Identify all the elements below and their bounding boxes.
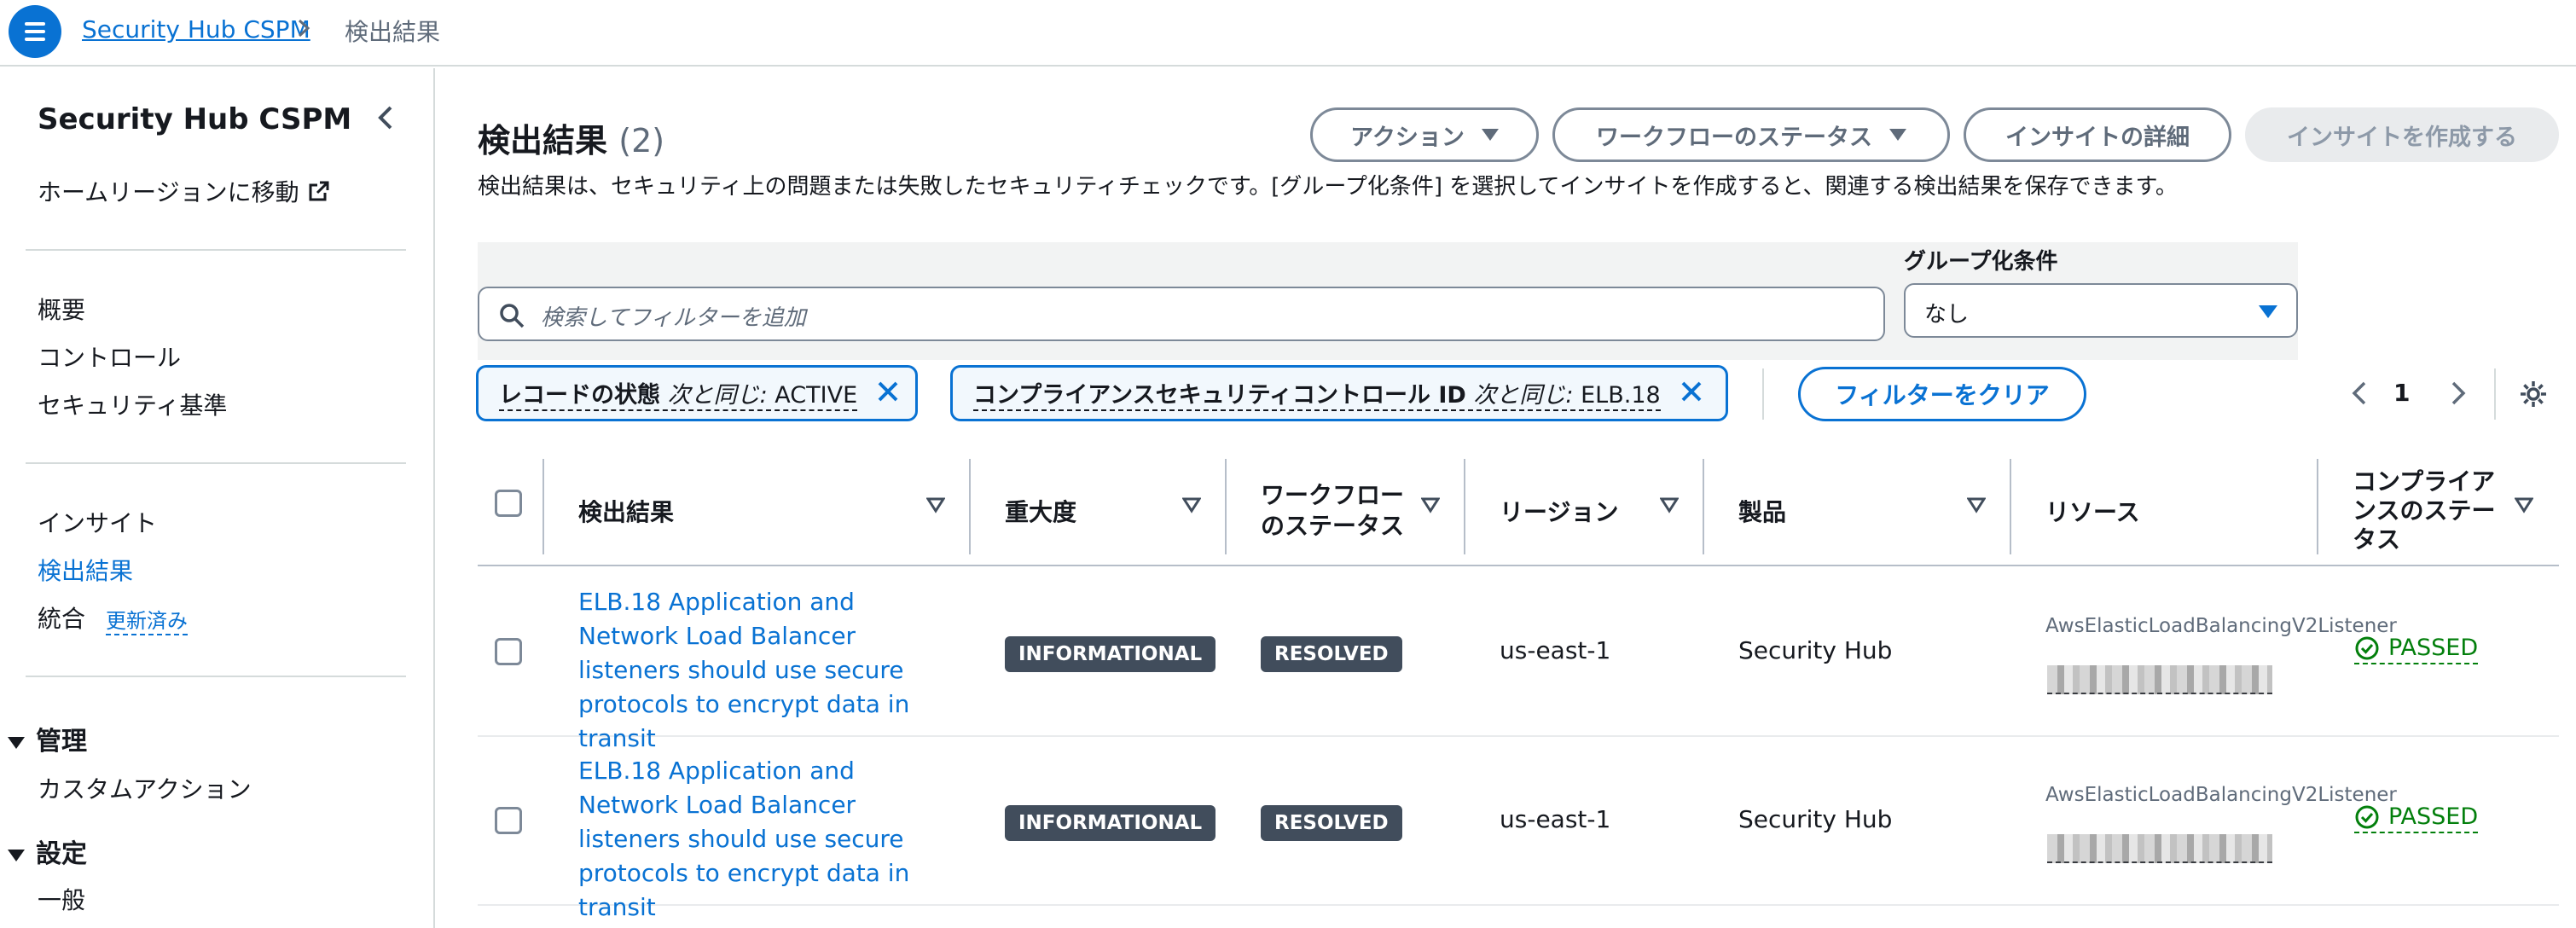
sidebar-item-standards[interactable]: セキュリティ基準 xyxy=(38,387,227,421)
sidebar-section-admin[interactable]: 管理 xyxy=(7,720,87,757)
sidebar: Security Hub CSPM ホームリージョンに移動 概要 コントロール … xyxy=(0,68,435,928)
sidebar-item-custom-actions[interactable]: カスタムアクション xyxy=(38,771,252,805)
group-by-select[interactable]: なし xyxy=(1904,283,2298,338)
caret-down-icon xyxy=(1481,129,1499,141)
row-checkbox[interactable] xyxy=(495,638,522,665)
caret-down-icon xyxy=(1889,129,1906,141)
severity-badge: INFORMATIONAL xyxy=(1005,805,1216,841)
sort-icon[interactable] xyxy=(1966,496,1987,517)
group-by-label: グループ化条件 xyxy=(1904,249,2058,275)
menu-icon[interactable] xyxy=(9,5,61,58)
product-cell: Security Hub xyxy=(1738,805,1893,833)
breadcrumb-service-link[interactable]: Security Hub CSPM xyxy=(82,15,310,44)
workflow-status-badge: RESOLVED xyxy=(1261,636,1402,672)
sort-icon[interactable] xyxy=(1659,496,1680,517)
resource-type: AwsElasticLoadBalancingV2Listener xyxy=(2045,784,2397,806)
sidebar-divider xyxy=(26,249,406,251)
page-number[interactable]: 1 xyxy=(2393,379,2410,407)
sidebar-item-home-region[interactable]: ホームリージョンに移動 xyxy=(38,174,330,208)
column-header-resource[interactable]: リソース xyxy=(2045,455,2140,566)
severity-badge: INFORMATIONAL xyxy=(1005,636,1216,672)
table-header: 検出結果 重大度 ワークフロー のステータス リージョン 製品 リソース コンプ… xyxy=(478,455,2559,566)
finding-link[interactable]: ELB.18 Application and Network Load Bala… xyxy=(578,754,945,925)
insight-details-button[interactable]: インサイトの詳細 xyxy=(1964,107,2231,162)
divider xyxy=(2494,368,2496,420)
clear-filters-button[interactable]: フィルターをクリア xyxy=(1798,367,2086,421)
caret-down-icon xyxy=(2259,305,2277,318)
filter-token-record-state[interactable]: レコードの状態 次と同じ: ACTIVE xyxy=(476,365,918,421)
search-placeholder: 検索してフィルターを追加 xyxy=(541,305,806,331)
column-header-product[interactable]: 製品 xyxy=(1738,455,1786,566)
search-input[interactable]: 検索してフィルターを追加 xyxy=(478,287,1885,341)
breadcrumb-current: 検出結果 xyxy=(345,18,441,46)
create-insight-button[interactable]: インサイトを作成する xyxy=(2245,107,2559,162)
finding-link[interactable]: ELB.18 Application and Network Load Bala… xyxy=(578,585,945,756)
resource-type: AwsElasticLoadBalancingV2Listener xyxy=(2045,615,2397,637)
sidebar-item-insights[interactable]: インサイト xyxy=(38,505,157,539)
search-icon xyxy=(498,302,525,333)
compliance-status[interactable]: PASSED xyxy=(2354,803,2479,833)
workflow-status-badge: RESOLVED xyxy=(1261,805,1402,841)
sort-icon[interactable] xyxy=(925,496,946,517)
sidebar-title: Security Hub CSPM xyxy=(38,102,352,136)
page-title: 検出結果 (2) xyxy=(478,122,665,160)
updated-badge[interactable]: 更新済み xyxy=(106,604,188,635)
column-header-workflow-status[interactable]: ワークフロー のステータス xyxy=(1261,455,1423,566)
group-by-value: なし xyxy=(1924,302,1970,328)
column-header-compliance-status[interactable]: コンプライア ンスのステー タス xyxy=(2353,455,2506,566)
compliance-status[interactable]: PASSED xyxy=(2354,635,2479,664)
gear-icon[interactable] xyxy=(2518,379,2549,413)
sidebar-item-overview[interactable]: 概要 xyxy=(38,292,85,326)
column-header-severity[interactable]: 重大度 xyxy=(1005,455,1076,566)
resource-id-redacted[interactable] xyxy=(2047,834,2272,863)
findings-count: (2) xyxy=(618,122,665,160)
row-checkbox[interactable] xyxy=(495,807,522,834)
collapse-sidebar-icon[interactable] xyxy=(370,101,401,135)
filter-token-control-id[interactable]: コンプライアンスセキュリティコントロール ID 次と同じ: ELB.18 xyxy=(950,365,1728,421)
check-circle-icon xyxy=(2355,805,2379,828)
product-cell: Security Hub xyxy=(1738,636,1893,664)
sidebar-item-integrations[interactable]: 統合 xyxy=(38,600,85,635)
remove-filter-icon[interactable] xyxy=(1680,380,1703,407)
top-bar: Security Hub CSPM 検出結果 xyxy=(0,0,2576,67)
sort-icon[interactable] xyxy=(1420,496,1441,517)
actions-button[interactable]: アクション xyxy=(1310,107,1539,162)
chevron-right-icon[interactable] xyxy=(2446,379,2470,411)
sidebar-item-general[interactable]: 一般 xyxy=(38,882,85,916)
chevron-right-icon xyxy=(295,15,314,47)
check-circle-icon xyxy=(2355,636,2379,659)
sidebar-item-controls[interactable]: コントロール xyxy=(38,339,181,374)
workflow-status-button[interactable]: ワークフローのステータス xyxy=(1552,107,1950,162)
column-header-region[interactable]: リージョン xyxy=(1500,455,1618,566)
chevron-left-icon[interactable] xyxy=(2347,379,2371,411)
sidebar-divider xyxy=(26,462,406,464)
table-row[interactable]: ELB.18 Application and Network Load Bala… xyxy=(478,568,2559,752)
remove-filter-icon[interactable] xyxy=(876,380,900,407)
sidebar-divider xyxy=(26,676,406,677)
sort-icon[interactable] xyxy=(1181,496,1202,517)
sidebar-section-settings[interactable]: 設定 xyxy=(7,832,87,870)
column-header-finding[interactable]: 検出結果 xyxy=(578,455,674,566)
region-cell: us-east-1 xyxy=(1500,805,1611,833)
external-link-icon xyxy=(308,180,330,208)
select-all-checkbox[interactable] xyxy=(495,490,522,517)
region-cell: us-east-1 xyxy=(1500,636,1611,664)
caret-down-icon xyxy=(8,849,25,861)
page-description: 検出結果は、セキュリティ上の問題または失敗したセキュリティチェックです。[グルー… xyxy=(478,174,2178,200)
sort-icon[interactable] xyxy=(2514,496,2534,517)
caret-down-icon xyxy=(8,736,25,749)
divider xyxy=(1762,368,1764,420)
sidebar-item-findings[interactable]: 検出結果 xyxy=(38,553,133,587)
table-row[interactable]: ELB.18 Application and Network Load Bala… xyxy=(478,737,2559,921)
resource-id-redacted[interactable] xyxy=(2047,665,2272,694)
